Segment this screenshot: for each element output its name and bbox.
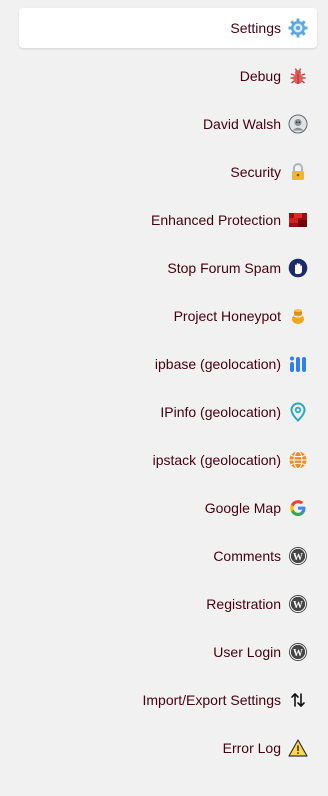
svg-text:W: W (293, 600, 303, 611)
menu-item-user-login[interactable]: User Login W (19, 632, 317, 672)
svg-text:W: W (293, 552, 303, 563)
menu-item-label: Enhanced Protection (151, 212, 281, 228)
menu-item-label: Google Map (204, 500, 281, 516)
shield-block-icon (288, 210, 308, 230)
menu-item-label: Import/Export Settings (142, 692, 281, 708)
wordpress-icon: W (288, 546, 308, 566)
menu-item-ipbase[interactable]: ipbase (geolocation) (19, 344, 317, 384)
menu-item-label: User Login (213, 644, 281, 660)
menu-item-label: Debug (239, 68, 281, 84)
wordpress-icon: W (288, 642, 308, 662)
honeypot-icon (288, 306, 308, 326)
avatar-icon (288, 114, 308, 134)
menu-item-label: ipbase (geolocation) (154, 356, 281, 372)
bug-icon (288, 66, 308, 86)
gear-icon (288, 18, 308, 38)
menu-item-label: Security (230, 164, 281, 180)
menu-item-registration[interactable]: Registration W (19, 584, 317, 624)
menu-item-google-map[interactable]: Google Map (19, 488, 317, 528)
warning-icon (288, 738, 308, 758)
menu-item-label: Registration (206, 596, 281, 612)
menu-item-comments[interactable]: Comments W (19, 536, 317, 576)
menu-item-label: Project Honeypot (173, 308, 281, 324)
menu-item-debug[interactable]: Debug (19, 56, 317, 96)
menu-item-error-log[interactable]: Error Log (19, 728, 317, 768)
svg-text:W: W (293, 648, 303, 659)
hand-stop-icon (288, 258, 308, 278)
menu-item-stop-forum-spam[interactable]: Stop Forum Spam (19, 248, 317, 288)
menu-item-label: Stop Forum Spam (167, 260, 281, 276)
menu-item-settings[interactable]: Settings (19, 8, 317, 48)
import-export-icon (288, 690, 308, 710)
menu-item-label: Comments (213, 548, 281, 564)
globe-icon (288, 450, 308, 470)
menu-item-project-honeypot[interactable]: Project Honeypot (19, 296, 317, 336)
menu-item-ipstack[interactable]: ipstack (geolocation) (19, 440, 317, 480)
menu-item-ipinfo[interactable]: IPinfo (geolocation) (19, 392, 317, 432)
menu-item-label: David Walsh (202, 116, 281, 132)
menu-item-label: Error Log (222, 740, 281, 756)
menu-item-security[interactable]: Security (19, 152, 317, 192)
menu-item-david-walsh[interactable]: David Walsh (19, 104, 317, 144)
menu-item-import-export-settings[interactable]: Import/Export Settings (19, 680, 317, 720)
location-pin-icon (288, 402, 308, 422)
menu-item-label: Settings (230, 20, 281, 36)
settings-menu: Settings Debug David Walsh Security Enha… (0, 8, 328, 776)
menu-item-label: ipstack (geolocation) (152, 452, 281, 468)
google-icon (288, 498, 308, 518)
menu-item-label: IPinfo (geolocation) (160, 404, 281, 420)
bars-icon (288, 354, 308, 374)
wordpress-icon: W (288, 594, 308, 614)
lock-icon (288, 162, 308, 182)
menu-item-enhanced-protection[interactable]: Enhanced Protection (19, 200, 317, 240)
